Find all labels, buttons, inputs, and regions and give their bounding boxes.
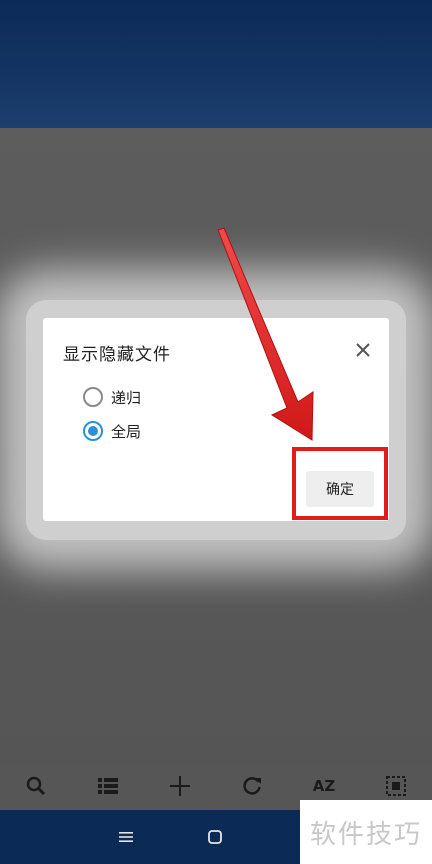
watermark-text: 软件技巧: [309, 819, 422, 850]
home-icon[interactable]: [202, 824, 228, 850]
menu-icon[interactable]: [113, 824, 139, 850]
dialog-title: 显示隐藏文件: [63, 345, 171, 365]
list-icon[interactable]: [90, 768, 126, 804]
app-header: [0, 0, 432, 128]
select-all-icon[interactable]: [378, 768, 414, 804]
sort-az-button[interactable]: AZ: [306, 768, 342, 804]
search-icon[interactable]: [18, 768, 54, 804]
radio-checked-icon[interactable]: [83, 421, 103, 441]
annotation-highlight-box: [292, 447, 388, 520]
watermark: 软件技巧: [300, 800, 432, 864]
option-label: 递归: [111, 388, 142, 407]
refresh-icon[interactable]: [234, 768, 270, 804]
sort-az-label: AZ: [312, 777, 336, 795]
option-global[interactable]: 全局: [83, 419, 141, 443]
close-icon[interactable]: [353, 340, 373, 360]
option-label: 全局: [111, 422, 142, 441]
add-icon[interactable]: [162, 768, 198, 804]
option-recursive[interactable]: 递归: [83, 385, 141, 409]
radio-unchecked-icon[interactable]: [83, 387, 103, 407]
